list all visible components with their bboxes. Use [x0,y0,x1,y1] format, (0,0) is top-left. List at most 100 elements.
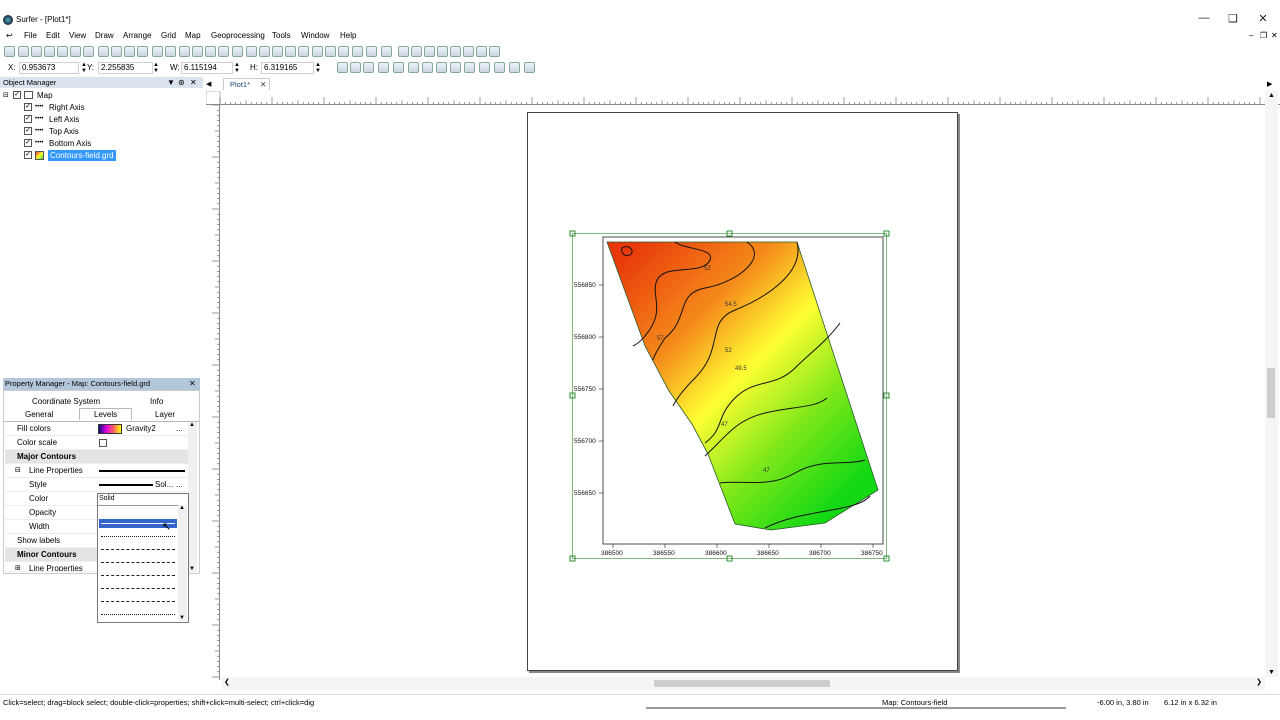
tree-item-left-axis[interactable]: ✓ •••• Left Axis [24,114,144,125]
tree-item-top-axis[interactable]: ✓ •••• Top Axis [24,126,144,137]
new-worksheet-icon[interactable] [18,46,29,57]
open-icon[interactable] [31,46,42,57]
image-icon[interactable] [450,62,461,73]
dropdown-scrollbar[interactable]: ▲ ▼ [178,505,187,621]
zoom-rect-icon[interactable] [272,46,283,57]
rectangle-icon[interactable] [411,46,422,57]
color-scale-checkbox[interactable] [99,439,107,447]
post-map-icon[interactable] [422,62,433,73]
ellipse-icon[interactable] [437,46,448,57]
zoom-fit-icon[interactable] [246,46,257,57]
polyline-icon[interactable] [381,46,392,57]
tab-levels[interactable]: Levels [79,408,133,420]
vertical-scrollbar[interactable]: ▲ ▼ [1265,91,1278,677]
tab-general[interactable]: General [25,410,53,419]
zoom-in-icon[interactable] [218,46,229,57]
print-icon[interactable] [70,46,81,57]
property-close-icon[interactable]: ✕ [189,378,196,390]
width-spinner[interactable]: ▲ ▼ [234,62,240,74]
more-icon[interactable] [489,46,500,57]
undo-icon[interactable] [152,46,163,57]
property-scrollbar[interactable]: ▲ ▼ [188,422,197,572]
paste-special-icon[interactable] [137,46,148,57]
save-icon[interactable] [44,46,55,57]
grid-line-icon[interactable] [509,62,520,73]
menu-grid[interactable]: Grid [161,31,176,40]
mdi-close-button[interactable]: ✕ [1271,31,1278,40]
tab-layer[interactable]: Layer [155,410,175,419]
select-objects-icon[interactable] [350,62,361,73]
tree-item-right-axis[interactable]: ✓ •••• Right Axis [24,102,144,113]
tab-coordinate-system[interactable]: Coordinate System [32,397,100,406]
tab-scroll-left-icon[interactable]: ◀ [206,80,211,88]
height-spinner[interactable]: ▲ ▼ [315,62,321,74]
copy-icon[interactable] [111,46,122,57]
redraw-icon[interactable] [298,46,309,57]
mdi-minimize-button[interactable]: – [1249,31,1253,40]
row-fill-colors[interactable]: Fill colors Gravity2 ... [5,422,188,436]
menu-window[interactable]: Window [301,31,329,40]
options-icon[interactable] [338,46,349,57]
line-style-option-short-dash[interactable] [101,549,175,550]
row-style[interactable]: Style Sol... ... [5,478,188,492]
lock-icon[interactable] [363,62,374,73]
tab-info[interactable]: Info [150,397,163,406]
width-input[interactable]: 6.115194 [181,62,233,74]
contour-map[interactable]: 52 54.5 57 52 49.5 47 47 556850 556800 556750 556… [565,228,895,564]
select-icon[interactable] [205,46,216,57]
zoom-page-icon[interactable] [259,46,270,57]
color-map-icon[interactable] [378,62,389,73]
line-style-dropdown[interactable]: Solid ▲ ▼ ↖ [97,493,189,623]
close-button[interactable]: ✕ [1253,12,1273,26]
height-input[interactable]: 6.319165 [261,62,314,74]
panel-close-icon[interactable]: ✕ [190,77,197,88]
menu-geoprocessing[interactable]: Geoprocessing [211,31,265,40]
3d-icon[interactable] [325,46,336,57]
rounded-rect-icon[interactable] [424,46,435,57]
menu-draw[interactable]: Draw [95,31,114,40]
mdi-restore-button[interactable]: ❐ [1260,31,1267,40]
y-spinner[interactable]: ▲ ▼ [153,62,159,74]
redo-icon[interactable] [165,46,176,57]
menu-arrange[interactable]: Arrange [123,31,151,40]
pin-icon[interactable]: ⊛ [178,77,185,88]
zoom-out-icon[interactable] [232,46,243,57]
save-all-icon[interactable] [57,46,68,57]
line-style-option-dash-dot[interactable] [101,588,175,589]
tab-scroll-right-icon[interactable]: ▶ [1267,80,1272,88]
menu-file[interactable]: File [24,31,37,40]
spline-icon[interactable] [450,46,461,57]
x-input[interactable]: 0.953673 [19,62,79,74]
menu-map[interactable]: Map [185,31,201,40]
minimize-button[interactable]: — [1194,12,1214,26]
horizontal-scrollbar[interactable]: ❮ ❯ [222,677,1265,690]
tree-item-bottom-axis[interactable]: ✓ •••• Bottom Axis [24,138,144,149]
menu-view[interactable]: View [69,31,86,40]
line-style-option-long-dash[interactable] [101,575,175,576]
line-style-option-long-dash-2[interactable] [101,601,175,602]
line-style-option-dash-dot-dot[interactable] [101,614,175,615]
classed-icon[interactable] [436,62,447,73]
help-icon[interactable] [179,46,190,57]
paste-icon[interactable] [124,46,135,57]
pointer-icon[interactable] [192,46,203,57]
rotate-icon[interactable] [312,46,323,57]
cut-icon[interactable] [98,46,109,57]
3d-surface-icon[interactable] [479,62,490,73]
symbol-icon[interactable] [398,46,409,57]
vertical-scroll-thumb[interactable] [1267,368,1275,418]
text-icon[interactable] [352,46,363,57]
new-icon[interactable] [4,46,15,57]
base-map-icon[interactable] [393,62,404,73]
layer-icon[interactable] [408,62,419,73]
horizontal-scroll-thumb[interactable] [654,680,830,687]
document-tab-close-icon[interactable]: ✕ [260,79,266,90]
line-style-option-dash[interactable] [101,562,175,563]
row-color-scale[interactable]: Color scale [5,436,188,450]
reshape-icon[interactable] [463,46,474,57]
menu-app-icon[interactable]: ↩ [6,31,13,40]
document-tab-plot1[interactable]: Plot1* ✕ [223,78,270,90]
maximize-button[interactable]: ❑ [1223,12,1243,26]
pan-icon[interactable] [285,46,296,57]
menu-help[interactable]: Help [340,31,356,40]
